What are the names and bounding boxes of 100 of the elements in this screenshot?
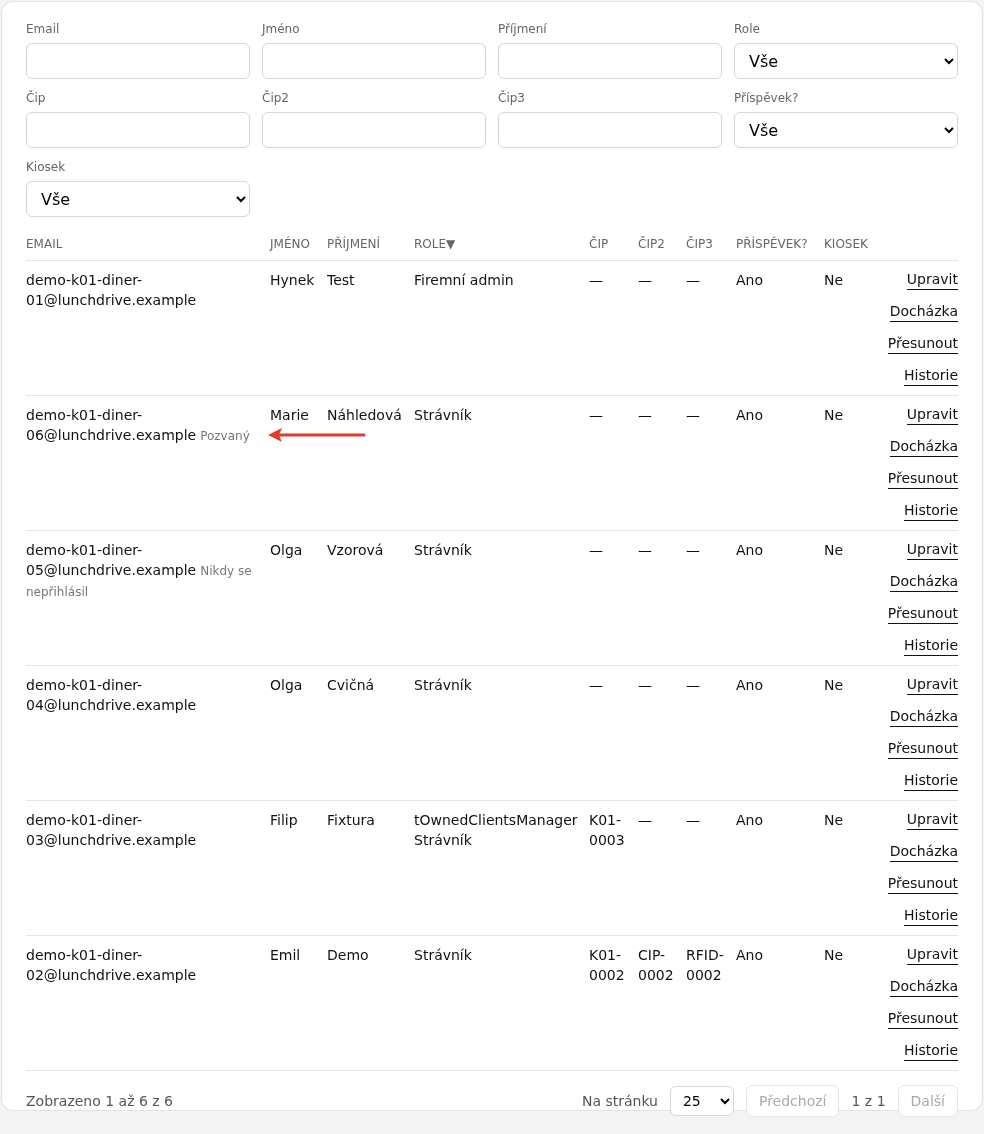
column-header[interactable]: PŘÍSPĚVEK? [736,237,824,251]
input-field[interactable] [26,43,250,79]
input-field[interactable] [498,43,722,79]
input-field[interactable] [498,112,722,148]
input-field[interactable] [26,112,250,148]
action-link[interactable]: Upravit [906,945,958,965]
action-link[interactable]: Docházka [889,572,958,592]
column-header[interactable]: ČIP2 [638,237,686,251]
role-text: Strávník [414,406,473,425]
table-cell-text: — [686,271,701,290]
filter-label: Čip [26,91,47,105]
table-cell-text: Ano [736,271,764,290]
column-header[interactable]: ROLE▼ [414,237,589,251]
table-cell-text: Ano [736,811,764,830]
table-cell-text: Ne [824,406,845,425]
page-indicator: 1 z 1 [851,1093,886,1109]
action-link[interactable]: Historie [903,501,958,521]
table-cell-text: Demo [327,946,370,965]
column-header[interactable]: ČIP [589,237,638,251]
role-text: tOwnedClientsManager [414,811,579,830]
table-cell-text: demo-k01-diner-04@lunchdrive.example [26,676,198,715]
action-link[interactable]: Přesunout [887,469,958,489]
filter-label: Kiosek [26,160,67,174]
per-page-select[interactable]: 25 [669,1086,734,1116]
status-label: Pozvaný [200,429,250,443]
select-field[interactable]: Vše [734,112,958,148]
table-cell-text: — [589,271,604,290]
role-text: Strávník [414,541,473,560]
table-cell-text: Ne [824,811,845,830]
table-cell-text: demo-k01-diner-02@lunchdrive.example [26,946,198,985]
action-link[interactable]: Docházka [889,707,958,727]
action-link[interactable]: Přesunout [887,334,958,354]
table-cell-text: Ne [824,946,845,965]
select-field[interactable]: Vše [734,43,958,79]
action-link[interactable]: Historie [903,906,958,926]
table-cell-text: Fixtura [327,811,376,830]
table-cell-text: — [638,406,653,425]
table-cell-text: — [638,811,653,830]
role-text: Firemní admin [414,271,515,290]
table-cell-text: — [686,676,701,695]
action-link[interactable]: Přesunout [887,739,958,759]
action-link[interactable]: Docházka [889,437,958,457]
action-link[interactable]: Historie [903,636,958,656]
action-link[interactable]: Upravit [906,675,958,695]
table-cell-text: — [589,406,604,425]
action-link[interactable]: Upravit [906,405,958,425]
action-link[interactable]: Přesunout [887,1009,958,1029]
table-cell-text: Olga [270,541,304,560]
action-link[interactable]: Docházka [889,302,958,322]
table-cell-text: Hynek [270,271,316,290]
filter-label: Čip3 [498,91,526,105]
filter-label: Email [26,22,61,36]
column-header[interactable]: ČIP3 [686,237,736,251]
select-field[interactable]: Vše [26,181,250,217]
table-cell-text: — [638,541,653,560]
results-summary: Zobrazeno 1 až 6 z 6 [26,1093,174,1109]
input-field[interactable] [262,43,486,79]
per-page-label: Na stránku [581,1093,658,1109]
action-link[interactable]: Upravit [906,270,958,290]
action-link[interactable]: Upravit [906,810,958,830]
role-text: Strávník [414,676,473,695]
action-link[interactable]: Upravit [906,540,958,560]
column-header[interactable]: PŘÍJMENÍ [327,237,414,251]
table-cell-text: Ano [736,946,764,965]
action-link[interactable]: Přesunout [887,874,958,894]
table-cell-text: Cvičná [327,676,376,695]
table-cell-text: — [638,676,653,695]
table-cell-text: Marie [270,406,310,425]
action-link[interactable]: Historie [903,1041,958,1061]
table-cell-text: Filip [270,811,299,830]
filter-label: Jméno [262,22,301,36]
table-cell-text: Ano [736,541,764,560]
table-cell-text: Vzorová [327,541,385,560]
table-cell-text: Ne [824,541,845,560]
table-cell-text: demo-k01-diner-05@lunchdrive.example Nikdy se nepřihlásil [26,541,253,601]
action-link[interactable]: Historie [903,366,958,386]
action-link[interactable]: Historie [903,771,958,791]
table-cell-text: Emil [270,946,302,965]
filter-label: Příspěvek? [734,91,800,105]
table-cell-text: Ano [736,406,764,425]
table-cell-text: Test [327,271,356,290]
column-header[interactable]: EMAIL [26,237,270,251]
action-link[interactable]: Docházka [889,842,958,862]
table-cell-text: — [638,271,653,290]
table-cell-text: — [686,811,701,830]
table-cell-text: K01-0002 [589,946,626,985]
input-field[interactable] [262,112,486,148]
filter-label: Role [734,22,761,36]
table-cell-text: Ne [824,676,845,695]
table-cell-text: K01-0003 [589,811,626,850]
column-header[interactable]: JMÉNO [270,237,327,251]
table-cell-text: CIP-0002 [638,946,675,985]
action-link[interactable]: Přesunout [887,604,958,624]
table-cell-text: Náhledová [327,406,403,425]
table-cell-text: demo-k01-diner-06@lunchdrive.example Pozvaný [26,406,251,445]
action-link[interactable]: Docházka [889,977,958,997]
filter-label: Příjmení [498,22,548,36]
column-header[interactable]: KIOSEK [824,237,884,251]
table-cell-text: Olga [270,676,304,695]
role-text: Strávník [414,831,473,850]
